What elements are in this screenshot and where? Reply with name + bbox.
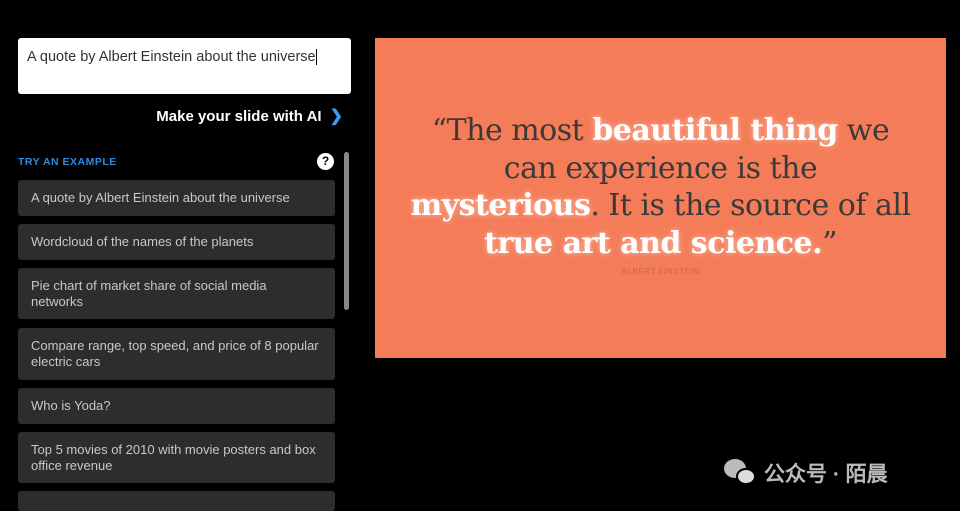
example-item[interactable]: Pie chart of market share of social medi… [18, 268, 335, 319]
examples-scrollbar[interactable] [344, 152, 349, 310]
example-label: A quote by Albert Einstein about the uni… [31, 190, 290, 205]
prompt-text: A quote by Albert Einstein about the uni… [27, 49, 316, 65]
example-label: Wordcloud of the names of the planets [31, 234, 254, 249]
watermark: 公众号 · 陌晨 [724, 458, 888, 488]
slide-preview: “The most beautiful thing we can experie… [375, 38, 946, 358]
slide-quote: “The most beautiful thing we can experie… [405, 112, 916, 262]
wechat-icon [724, 459, 758, 487]
chevron-right-icon: ❯ [329, 108, 343, 125]
text-caret [315, 49, 317, 66]
quote-highlight: beautiful thing [592, 113, 838, 148]
quote-text: . It is the source of all [590, 188, 911, 223]
prompt-input[interactable]: A quote by Albert Einstein about the uni… [18, 38, 351, 94]
watermark-text: 公众号 · 陌晨 [764, 463, 888, 486]
example-label: Compare range, top speed, and price of 8… [31, 338, 319, 369]
help-icon[interactable]: ? [317, 153, 334, 170]
slide-author: ALBERT EINSTEIN [621, 267, 700, 276]
examples-heading: TRY AN EXAMPLE [18, 156, 117, 168]
example-label: Pie chart of market share of social medi… [31, 277, 267, 309]
example-item-partial[interactable] [18, 491, 335, 511]
make-slide-label: Make your slide with AI [156, 107, 322, 125]
example-item[interactable]: Who is Yoda? [18, 388, 335, 424]
example-item[interactable]: A quote by Albert Einstein about the uni… [18, 180, 335, 216]
example-label: Who is Yoda? [31, 398, 111, 413]
quote-highlight: true art and science. [484, 225, 823, 261]
example-label: Top 5 movies of 2010 with movie posters … [31, 441, 316, 473]
example-item[interactable]: Wordcloud of the names of the planets [18, 224, 335, 260]
quote-text: “The most [431, 113, 593, 148]
example-item[interactable]: Compare range, top speed, and price of 8… [18, 328, 335, 380]
quote-highlight: mysterious [410, 188, 591, 223]
make-slide-button[interactable]: Make your slide with AI ❯ [156, 106, 343, 126]
example-item[interactable]: Top 5 movies of 2010 with movie posters … [18, 432, 335, 483]
quote-text: ” [822, 225, 837, 261]
